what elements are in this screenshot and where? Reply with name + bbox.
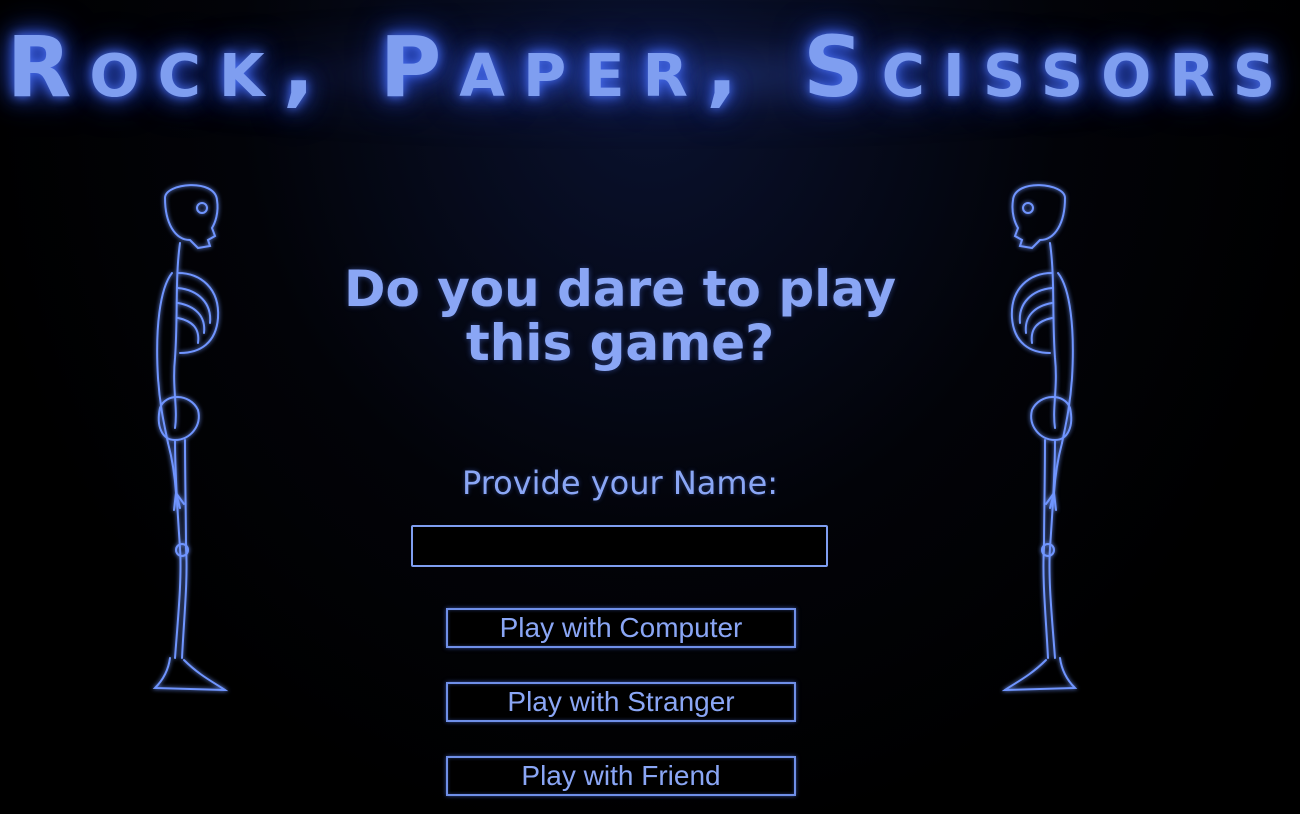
dare-question: Do you dare to play this game? [343,260,897,372]
name-input[interactable] [411,525,828,567]
play-with-computer-button[interactable]: Play with Computer [446,608,796,648]
name-label: Provide your Name: [461,464,779,502]
game-title: Rock, Paper, Scissors [6,18,1294,116]
play-with-stranger-button[interactable]: Play with Stranger [446,682,796,722]
skeleton-right-icon [990,178,1110,698]
skeleton-left-icon [120,178,240,698]
game-start-screen: Rock, Paper, Scissors Do you dare to pla… [0,0,1300,814]
play-with-friend-button[interactable]: Play with Friend [446,756,796,796]
skeleton-right-svg [1001,184,1078,692]
skeleton-left-svg [152,184,229,692]
